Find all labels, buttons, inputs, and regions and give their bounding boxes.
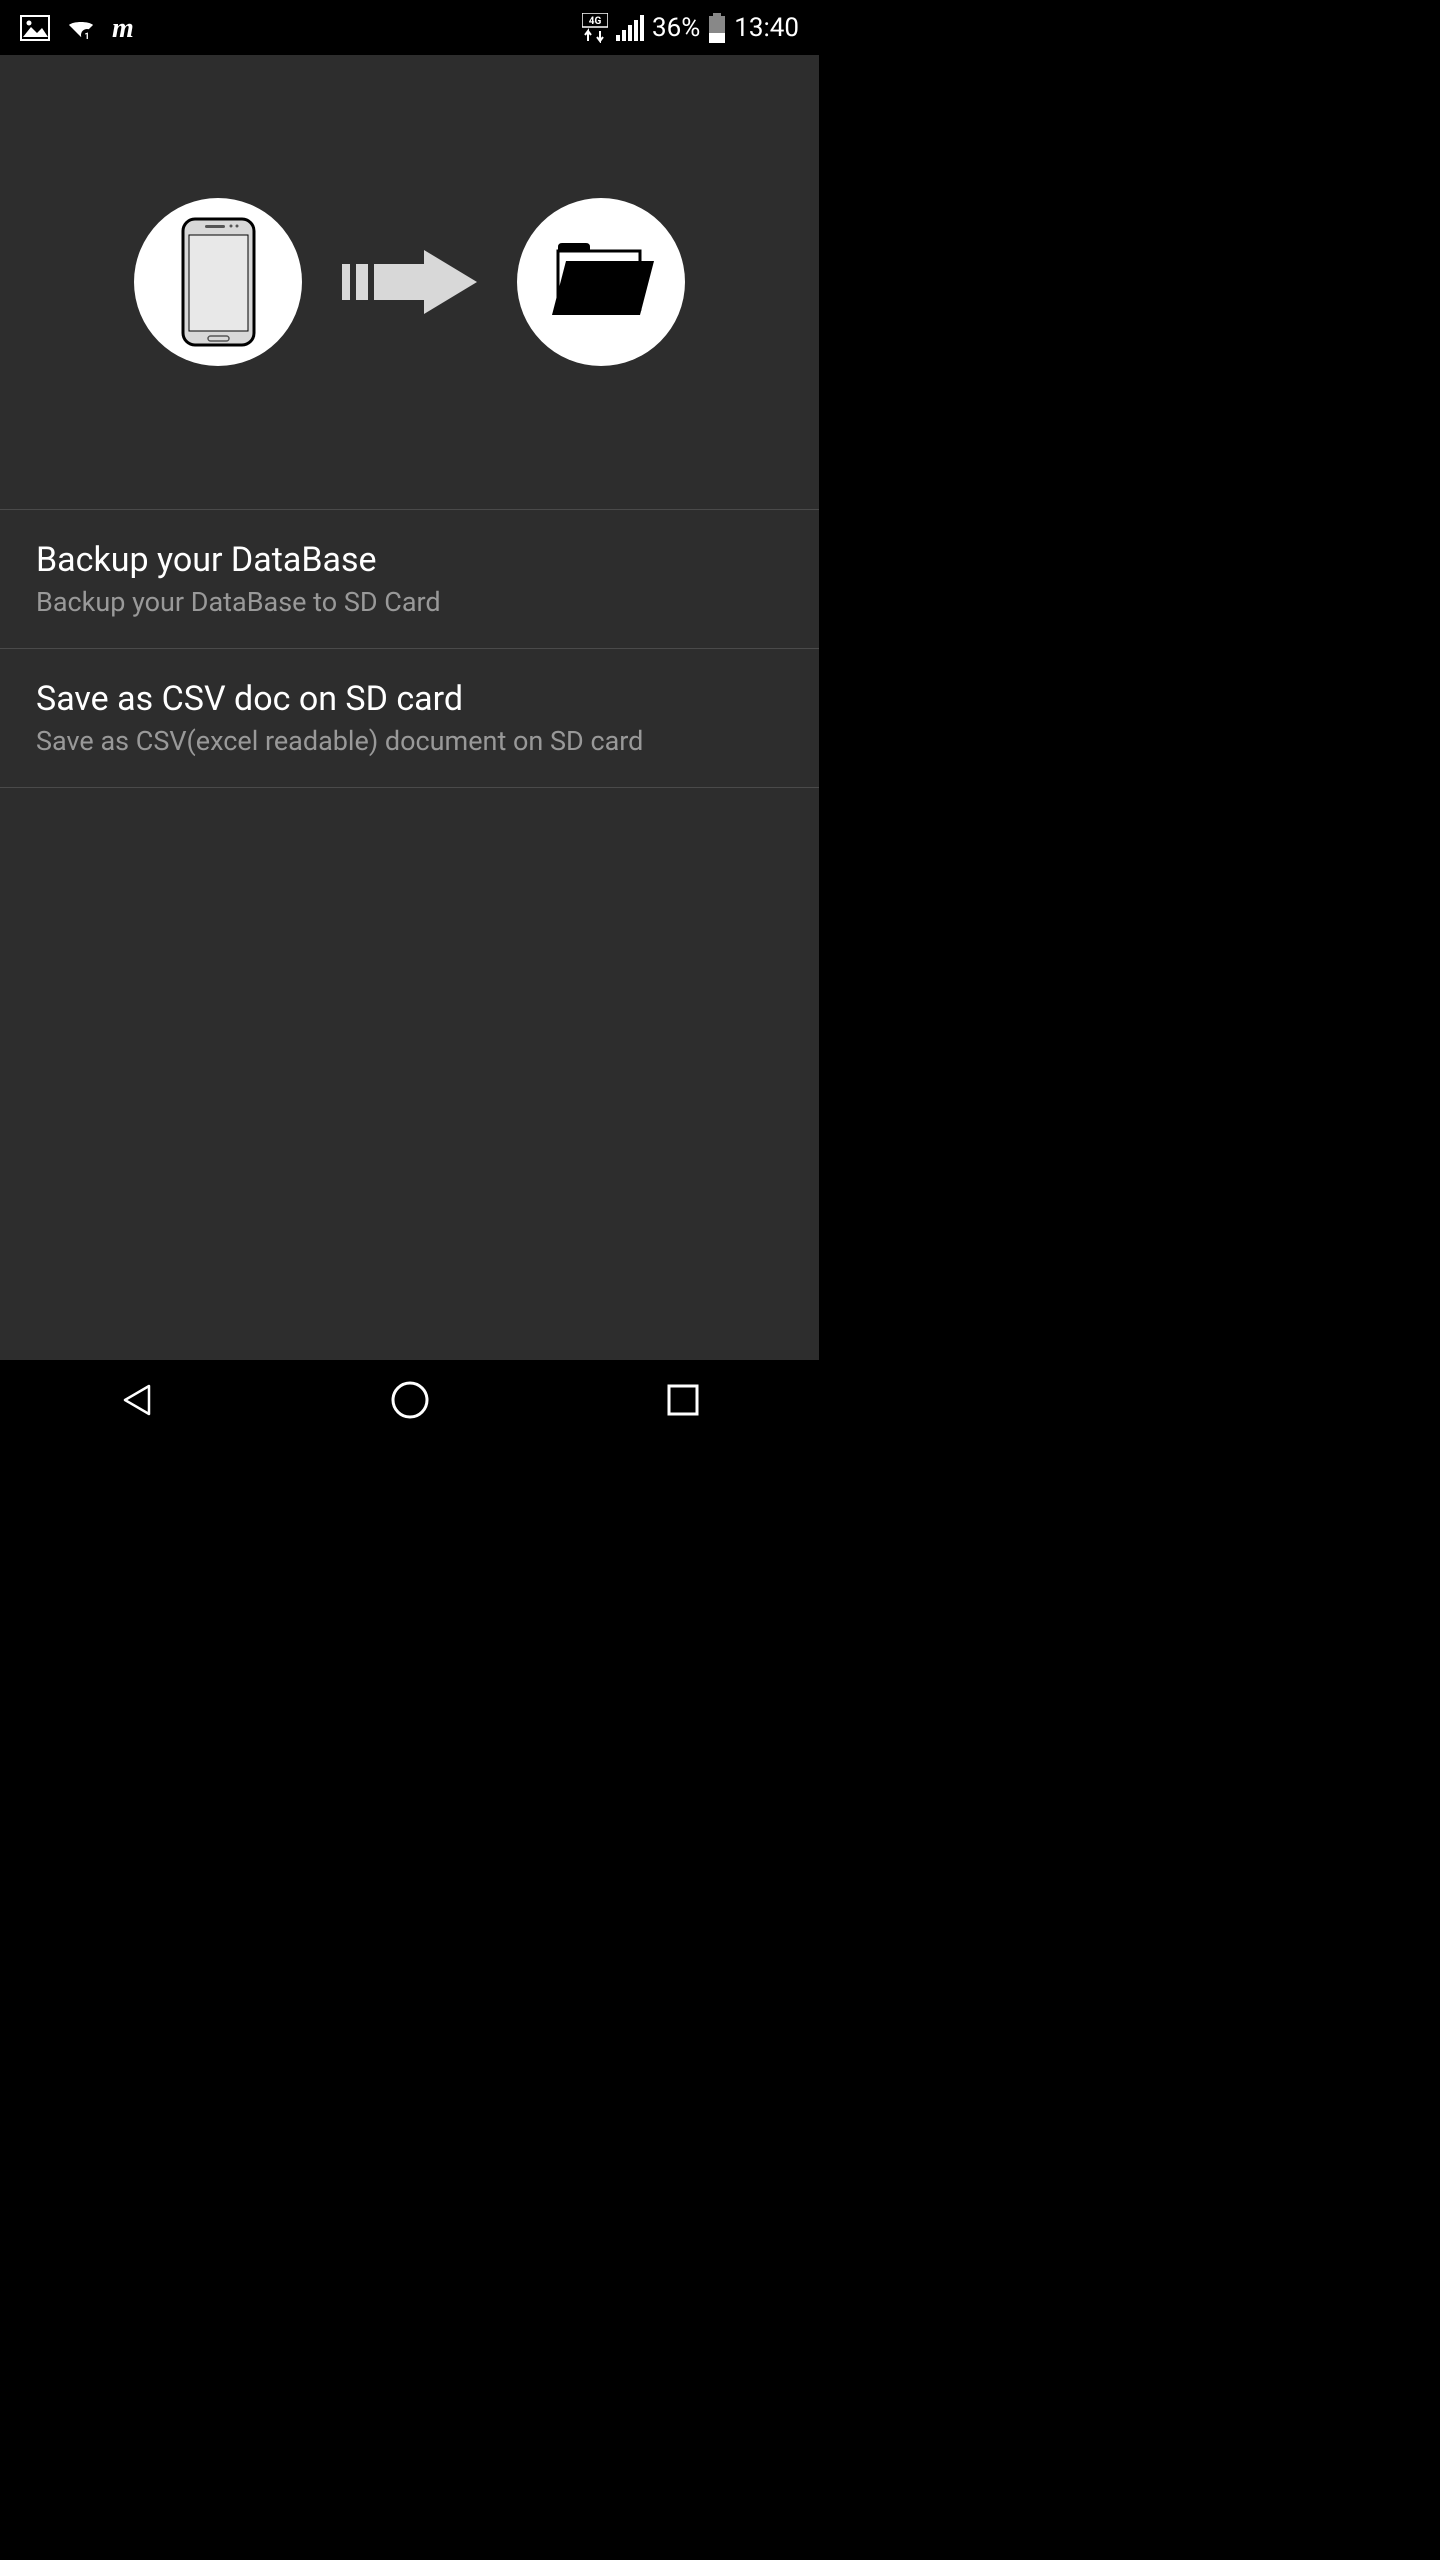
gallery-icon: [20, 15, 50, 41]
phone-circle-icon: [134, 198, 302, 366]
home-button[interactable]: [380, 1370, 440, 1430]
status-bar: 1 m 4G 36%: [0, 0, 819, 55]
save-csv-item[interactable]: Save as CSV doc on SD card Save as CSV(e…: [0, 649, 819, 788]
folder-circle-icon: [517, 198, 685, 366]
svg-text:1: 1: [84, 32, 89, 41]
recent-apps-button[interactable]: [653, 1370, 713, 1430]
list-item-subtitle: Save as CSV(excel readable) document on …: [36, 725, 783, 757]
m-icon: m: [112, 15, 148, 41]
backup-database-item[interactable]: Backup your DataBase Backup your DataBas…: [0, 510, 819, 649]
signal-icon: [616, 15, 644, 41]
back-button[interactable]: [107, 1370, 167, 1430]
svg-text:4G: 4G: [589, 16, 602, 27]
list-item-subtitle: Backup your DataBase to SD Card: [36, 586, 783, 618]
battery-percent: 36%: [652, 13, 700, 43]
list-item-title: Save as CSV doc on SD card: [36, 679, 783, 719]
network-4g-icon: 4G: [582, 13, 608, 43]
main-content: Backup your DataBase Backup your DataBas…: [0, 55, 819, 1360]
status-right: 4G 36% 13:40: [582, 13, 799, 43]
arrow-icon: [342, 242, 477, 322]
status-left: 1 m: [20, 15, 148, 41]
battery-icon: [708, 13, 726, 43]
svg-text:m: m: [112, 15, 134, 41]
navigation-bar: [0, 1360, 819, 1440]
list-item-title: Backup your DataBase: [36, 540, 783, 580]
wifi-icon: 1: [65, 15, 97, 41]
header-illustration: [0, 55, 819, 510]
status-time: 13:40: [734, 13, 799, 43]
